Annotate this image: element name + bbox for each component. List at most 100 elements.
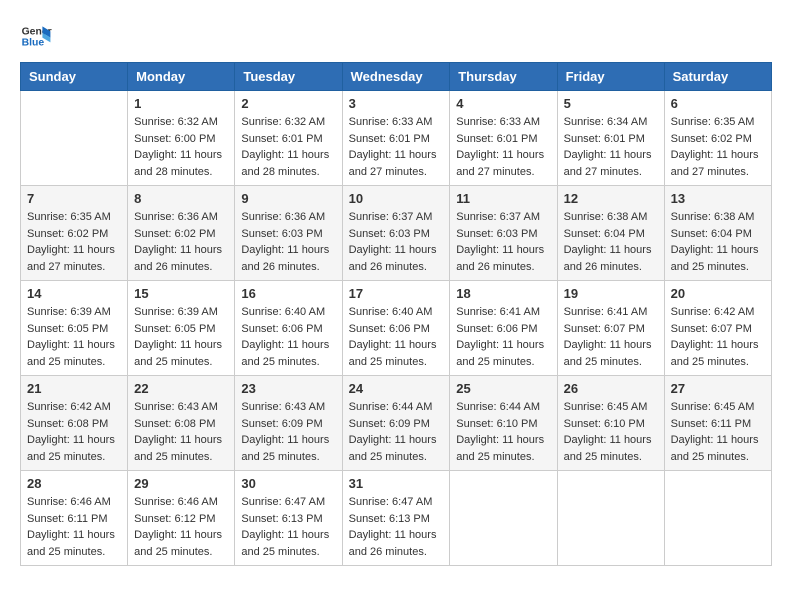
weekday-header-wednesday: Wednesday: [342, 63, 450, 91]
day-info: Sunrise: 6:42 AM Sunset: 6:08 PM Dayligh…: [27, 399, 121, 465]
day-number: 7: [27, 191, 121, 206]
day-number: 30: [241, 476, 335, 491]
weekday-header-saturday: Saturday: [664, 63, 771, 91]
day-number: 21: [27, 381, 121, 396]
day-info: Sunrise: 6:47 AM Sunset: 6:13 PM Dayligh…: [349, 494, 444, 560]
calendar-cell: 17Sunrise: 6:40 AM Sunset: 6:06 PM Dayli…: [342, 281, 450, 376]
calendar-cell: 24Sunrise: 6:44 AM Sunset: 6:09 PM Dayli…: [342, 376, 450, 471]
page-header: General Blue: [20, 20, 772, 52]
day-number: 4: [456, 96, 550, 111]
day-number: 27: [671, 381, 765, 396]
calendar-week-row: 28 Sunrise: 6:46 AM Sunset: 6:11 PM Dayli…: [21, 471, 772, 566]
day-info: Sunrise: 6:38 AM Sunset: 6:04 PM Dayligh…: [671, 209, 765, 275]
day-number: 16: [241, 286, 335, 301]
day-number: 24: [349, 381, 444, 396]
calendar-cell: 6Sunrise: 6:35 AM Sunset: 6:02 PM Daylig…: [664, 91, 771, 186]
calendar-cell: 16Sunrise: 6:40 AM Sunset: 6:06 PM Dayli…: [235, 281, 342, 376]
day-info: Sunrise: 6:39 AM Sunset: 6:05 PM Dayligh…: [134, 304, 228, 370]
day-info: Sunrise: 6:42 AM Sunset: 6:07 PM Dayligh…: [671, 304, 765, 370]
day-info: Sunrise: 6:36 AM Sunset: 6:02 PM Dayligh…: [134, 209, 228, 275]
weekday-header-monday: Monday: [128, 63, 235, 91]
day-info: Sunrise: 6:39 AM Sunset: 6:05 PM Dayligh…: [27, 304, 121, 370]
day-info: Sunrise: 6:35 AM Sunset: 6:02 PM Dayligh…: [27, 209, 121, 275]
calendar-cell: 13 Sunrise: 6:38 AM Sunset: 6:04 PM Dayli…: [664, 186, 771, 281]
day-number: 18: [456, 286, 550, 301]
day-number: 23: [241, 381, 335, 396]
calendar-cell: 7 Sunrise: 6:35 AM Sunset: 6:02 PM Daylig…: [21, 186, 128, 281]
calendar-cell: 27Sunrise: 6:45 AM Sunset: 6:11 PM Dayli…: [664, 376, 771, 471]
day-info: Sunrise: 6:41 AM Sunset: 6:06 PM Dayligh…: [456, 304, 550, 370]
calendar-cell: [450, 471, 557, 566]
day-info: Sunrise: 6:33 AM Sunset: 6:01 PM Dayligh…: [349, 114, 444, 180]
calendar-week-row: 21 Sunrise: 6:42 AM Sunset: 6:08 PM Dayli…: [21, 376, 772, 471]
day-number: 20: [671, 286, 765, 301]
calendar-week-row: 7 Sunrise: 6:35 AM Sunset: 6:02 PM Daylig…: [21, 186, 772, 281]
calendar-cell: 18 Sunrise: 6:41 AM Sunset: 6:06 PM Dayli…: [450, 281, 557, 376]
day-number: 19: [564, 286, 658, 301]
day-number: 22: [134, 381, 228, 396]
calendar-week-row: 1Sunrise: 6:32 AM Sunset: 6:00 PM Daylig…: [21, 91, 772, 186]
calendar-cell: 19 Sunrise: 6:41 AM Sunset: 6:07 PM Dayli…: [557, 281, 664, 376]
calendar-cell: 3 Sunrise: 6:33 AM Sunset: 6:01 PM Daylig…: [342, 91, 450, 186]
calendar-cell: 1Sunrise: 6:32 AM Sunset: 6:00 PM Daylig…: [128, 91, 235, 186]
day-number: 8: [134, 191, 228, 206]
calendar-cell: 31 Sunrise: 6:47 AM Sunset: 6:13 PM Dayli…: [342, 471, 450, 566]
day-number: 28: [27, 476, 121, 491]
weekday-header-friday: Friday: [557, 63, 664, 91]
day-info: Sunrise: 6:33 AM Sunset: 6:01 PM Dayligh…: [456, 114, 550, 180]
day-info: Sunrise: 6:45 AM Sunset: 6:10 PM Dayligh…: [564, 399, 658, 465]
calendar-cell: [21, 91, 128, 186]
calendar-cell: [557, 471, 664, 566]
calendar-cell: 29 Sunrise: 6:46 AM Sunset: 6:12 PM Dayli…: [128, 471, 235, 566]
calendar-cell: 28 Sunrise: 6:46 AM Sunset: 6:11 PM Dayli…: [21, 471, 128, 566]
calendar-cell: 12 Sunrise: 6:38 AM Sunset: 6:04 PM Dayli…: [557, 186, 664, 281]
calendar-cell: 26 Sunrise: 6:45 AM Sunset: 6:10 PM Dayli…: [557, 376, 664, 471]
calendar-table: SundayMondayTuesdayWednesdayThursdayFrid…: [20, 62, 772, 566]
day-info: Sunrise: 6:32 AM Sunset: 6:01 PM Dayligh…: [241, 114, 335, 180]
day-info: Sunrise: 6:46 AM Sunset: 6:12 PM Dayligh…: [134, 494, 228, 560]
logo: General Blue: [20, 20, 52, 52]
day-info: Sunrise: 6:43 AM Sunset: 6:08 PM Dayligh…: [134, 399, 228, 465]
calendar-cell: 22 Sunrise: 6:43 AM Sunset: 6:08 PM Dayli…: [128, 376, 235, 471]
day-info: Sunrise: 6:35 AM Sunset: 6:02 PM Dayligh…: [671, 114, 765, 180]
calendar-cell: 30 Sunrise: 6:47 AM Sunset: 6:13 PM Dayli…: [235, 471, 342, 566]
calendar-cell: 15 Sunrise: 6:39 AM Sunset: 6:05 PM Dayli…: [128, 281, 235, 376]
calendar-cell: 8 Sunrise: 6:36 AM Sunset: 6:02 PM Daylig…: [128, 186, 235, 281]
day-number: 11: [456, 191, 550, 206]
day-number: 2: [241, 96, 335, 111]
calendar-week-row: 14 Sunrise: 6:39 AM Sunset: 6:05 PM Dayli…: [21, 281, 772, 376]
logo-icon: General Blue: [20, 20, 52, 52]
calendar-cell: 14 Sunrise: 6:39 AM Sunset: 6:05 PM Dayli…: [21, 281, 128, 376]
day-info: Sunrise: 6:38 AM Sunset: 6:04 PM Dayligh…: [564, 209, 658, 275]
day-info: Sunrise: 6:43 AM Sunset: 6:09 PM Dayligh…: [241, 399, 335, 465]
day-number: 3: [349, 96, 444, 111]
day-info: Sunrise: 6:41 AM Sunset: 6:07 PM Dayligh…: [564, 304, 658, 370]
day-number: 13: [671, 191, 765, 206]
calendar-cell: 9Sunrise: 6:36 AM Sunset: 6:03 PM Daylig…: [235, 186, 342, 281]
day-info: Sunrise: 6:44 AM Sunset: 6:10 PM Dayligh…: [456, 399, 550, 465]
day-info: Sunrise: 6:46 AM Sunset: 6:11 PM Dayligh…: [27, 494, 121, 560]
day-info: Sunrise: 6:37 AM Sunset: 6:03 PM Dayligh…: [456, 209, 550, 275]
day-number: 29: [134, 476, 228, 491]
calendar-cell: 25 Sunrise: 6:44 AM Sunset: 6:10 PM Dayli…: [450, 376, 557, 471]
calendar-cell: 20 Sunrise: 6:42 AM Sunset: 6:07 PM Dayli…: [664, 281, 771, 376]
calendar-cell: [664, 471, 771, 566]
day-number: 26: [564, 381, 658, 396]
svg-text:Blue: Blue: [22, 38, 45, 49]
day-info: Sunrise: 6:47 AM Sunset: 6:13 PM Dayligh…: [241, 494, 335, 560]
day-info: Sunrise: 6:36 AM Sunset: 6:03 PM Dayligh…: [241, 209, 335, 275]
calendar-cell: 21 Sunrise: 6:42 AM Sunset: 6:08 PM Dayli…: [21, 376, 128, 471]
day-number: 12: [564, 191, 658, 206]
day-number: 15: [134, 286, 228, 301]
day-info: Sunrise: 6:34 AM Sunset: 6:01 PM Dayligh…: [564, 114, 658, 180]
calendar-cell: 23 Sunrise: 6:43 AM Sunset: 6:09 PM Dayli…: [235, 376, 342, 471]
calendar-cell: 10Sunrise: 6:37 AM Sunset: 6:03 PM Dayli…: [342, 186, 450, 281]
weekday-header-sunday: Sunday: [21, 63, 128, 91]
day-number: 14: [27, 286, 121, 301]
day-number: 1: [134, 96, 228, 111]
day-number: 17: [349, 286, 444, 301]
day-number: 10: [349, 191, 444, 206]
day-number: 31: [349, 476, 444, 491]
calendar-cell: 2 Sunrise: 6:32 AM Sunset: 6:01 PM Daylig…: [235, 91, 342, 186]
day-number: 25: [456, 381, 550, 396]
